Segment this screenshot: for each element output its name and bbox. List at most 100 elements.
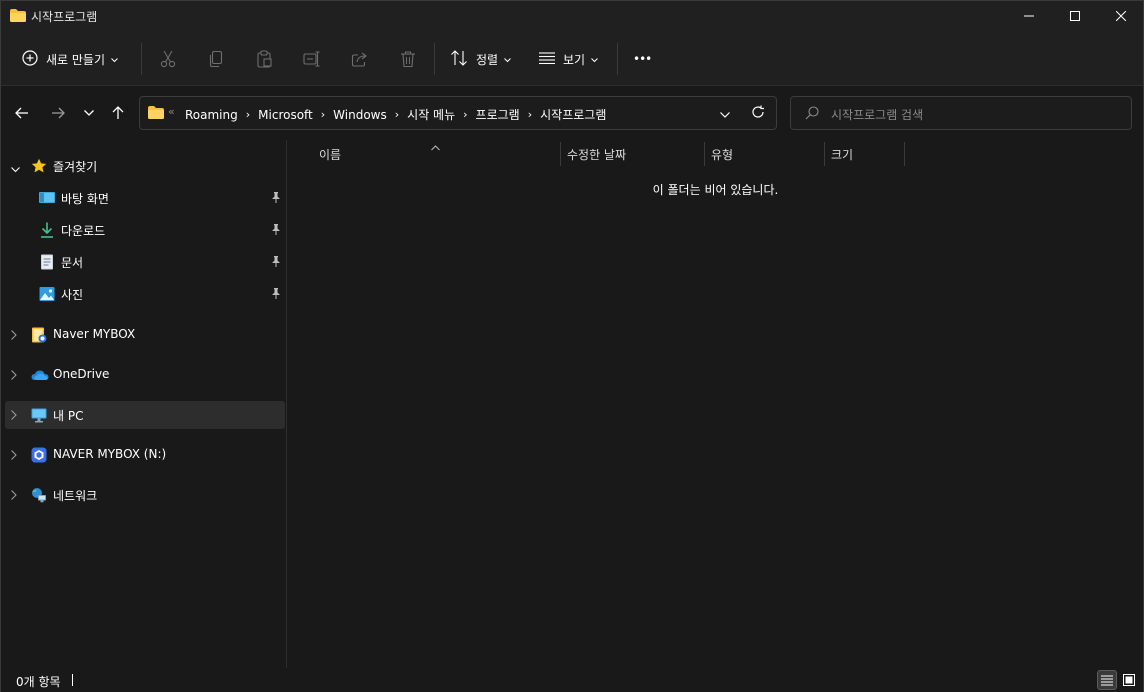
- chevron-right-icon[interactable]: [11, 329, 17, 343]
- toolbar-divider: [141, 43, 142, 75]
- sort-button[interactable]: 정렬: [450, 45, 511, 73]
- column-header-modified[interactable]: 수정한 날짜: [567, 146, 626, 163]
- column-header-size[interactable]: 크기: [831, 146, 853, 163]
- sidebar-item-label: 사진: [61, 288, 84, 302]
- navigation-pane: 즐겨찾기 바탕 화면 다운로드 문서 사진 Naver MYBOX OneDri…: [1, 140, 287, 668]
- pin-icon: [271, 288, 281, 302]
- sidebar-item-label: 내 PC: [53, 409, 84, 423]
- back-button[interactable]: [10, 101, 34, 125]
- sidebar-item-desktop[interactable]: 바탕 화면: [5, 184, 285, 212]
- view-button[interactable]: 보기: [539, 45, 598, 73]
- sidebar-item-label: 다운로드: [61, 224, 106, 238]
- search-placeholder: 시작프로그램 검색: [831, 108, 924, 122]
- new-label: 새로 만들기: [46, 52, 106, 67]
- network-icon: [31, 487, 47, 503]
- sidebar-item-label: 문서: [61, 256, 84, 270]
- up-button[interactable]: [106, 101, 130, 125]
- chevron-right-icon[interactable]: [11, 489, 17, 503]
- rename-icon[interactable]: [302, 49, 322, 69]
- breadcrumb-item[interactable]: Microsoft: [258, 108, 313, 122]
- sidebar-item-pictures[interactable]: 사진: [5, 280, 285, 308]
- star-icon: [31, 158, 47, 174]
- naver-mybox-folder-icon: [31, 327, 47, 343]
- chevron-right-icon[interactable]: ›: [528, 108, 532, 121]
- close-button[interactable]: [1098, 1, 1144, 31]
- sidebar-item-label: 즐겨찾기: [53, 160, 98, 174]
- details-view-button[interactable]: [1097, 670, 1117, 690]
- address-bar[interactable]: « Roaming › Microsoft › Windows › 시작 메뉴 …: [139, 96, 777, 130]
- title-bar: 시작프로그램: [1, 1, 1143, 31]
- sort-label: 정렬: [476, 52, 499, 67]
- breadcrumb-item[interactable]: Windows: [333, 108, 387, 122]
- forward-button[interactable]: [46, 101, 70, 125]
- sidebar-item-onedrive[interactable]: OneDrive: [5, 361, 285, 389]
- chevron-down-icon[interactable]: [11, 162, 20, 176]
- more-options-button[interactable]: •••: [633, 45, 652, 73]
- sidebar-item-label: Naver MYBOX: [53, 327, 136, 341]
- breadcrumb-item[interactable]: 시작프로그램: [540, 106, 606, 123]
- pin-icon: [271, 256, 281, 270]
- folder-icon: [148, 106, 164, 122]
- breadcrumb-item[interactable]: 프로그램: [476, 106, 520, 123]
- recent-locations-button[interactable]: [77, 101, 101, 125]
- picture-icon: [39, 286, 55, 302]
- tiles-view-button[interactable]: [1119, 670, 1139, 690]
- search-input[interactable]: 시작프로그램 검색: [790, 96, 1132, 130]
- view-list-icon: [539, 51, 555, 67]
- chevron-right-icon[interactable]: ›: [463, 108, 467, 121]
- minimize-button[interactable]: [1006, 1, 1052, 31]
- maximize-button[interactable]: [1052, 1, 1098, 31]
- sort-icon: [450, 49, 468, 69]
- command-bar: 새로 만들기 정렬 보기 •••: [1, 31, 1143, 86]
- sidebar-item-naver-mybox[interactable]: Naver MYBOX: [5, 321, 285, 349]
- chevron-right-icon[interactable]: [11, 409, 17, 423]
- share-icon[interactable]: [350, 49, 370, 69]
- pin-icon: [271, 224, 281, 238]
- sidebar-item-documents[interactable]: 문서: [5, 248, 285, 276]
- breadcrumb: Roaming › Microsoft › Windows › 시작 메뉴 › …: [185, 106, 606, 123]
- new-button[interactable]: 새로 만들기: [22, 45, 118, 73]
- overflow-chevron[interactable]: «: [168, 105, 175, 118]
- column-divider[interactable]: [704, 142, 705, 166]
- sidebar-item-downloads[interactable]: 다운로드: [5, 216, 285, 244]
- address-dropdown-icon[interactable]: [720, 107, 730, 121]
- copy-icon[interactable]: [206, 49, 226, 69]
- sidebar-item-quick-access[interactable]: 즐겨찾기: [5, 152, 285, 180]
- document-icon: [39, 254, 55, 270]
- chevron-right-icon[interactable]: [11, 369, 17, 383]
- status-bar: 0개 항목: [1, 668, 1143, 692]
- view-label: 보기: [563, 52, 586, 67]
- computer-icon: [31, 407, 47, 423]
- refresh-icon[interactable]: [751, 105, 765, 122]
- breadcrumb-item[interactable]: Roaming: [185, 108, 238, 122]
- plus-circle-icon: [22, 49, 38, 69]
- chevron-right-icon[interactable]: ›: [246, 108, 250, 121]
- chevron-right-icon[interactable]: ›: [395, 108, 399, 121]
- sidebar-item-label: 네트워크: [53, 489, 98, 503]
- sidebar-item-network[interactable]: 네트워크: [5, 481, 285, 509]
- sidebar-item-naver-mybox-drive[interactable]: NAVER MYBOX (N:): [5, 441, 285, 469]
- delete-icon[interactable]: [398, 49, 418, 69]
- window-title: 시작프로그램: [31, 10, 98, 24]
- cut-icon[interactable]: [158, 49, 178, 69]
- chevron-right-icon[interactable]: [11, 449, 17, 463]
- folder-icon: [10, 9, 26, 22]
- paste-icon[interactable]: [254, 49, 274, 69]
- sidebar-item-label: 바탕 화면: [61, 192, 109, 206]
- column-divider[interactable]: [824, 142, 825, 166]
- desktop-icon: [39, 190, 55, 206]
- search-icon: [805, 106, 819, 123]
- download-icon: [39, 222, 55, 238]
- column-header-name[interactable]: 이름: [319, 146, 341, 163]
- pin-icon: [271, 192, 281, 206]
- breadcrumb-item[interactable]: 시작 메뉴: [407, 106, 455, 123]
- empty-folder-message: 이 폴더는 비어 있습니다.: [652, 183, 779, 197]
- column-header-type[interactable]: 유형: [711, 146, 733, 163]
- sidebar-item-this-pc[interactable]: 내 PC: [5, 401, 285, 429]
- chevron-right-icon[interactable]: ›: [321, 108, 325, 121]
- chevron-down-icon: [591, 52, 598, 66]
- sidebar-item-label: NAVER MYBOX (N:): [53, 447, 167, 461]
- status-divider: [72, 674, 73, 686]
- column-divider[interactable]: [560, 142, 561, 166]
- column-divider[interactable]: [904, 142, 905, 166]
